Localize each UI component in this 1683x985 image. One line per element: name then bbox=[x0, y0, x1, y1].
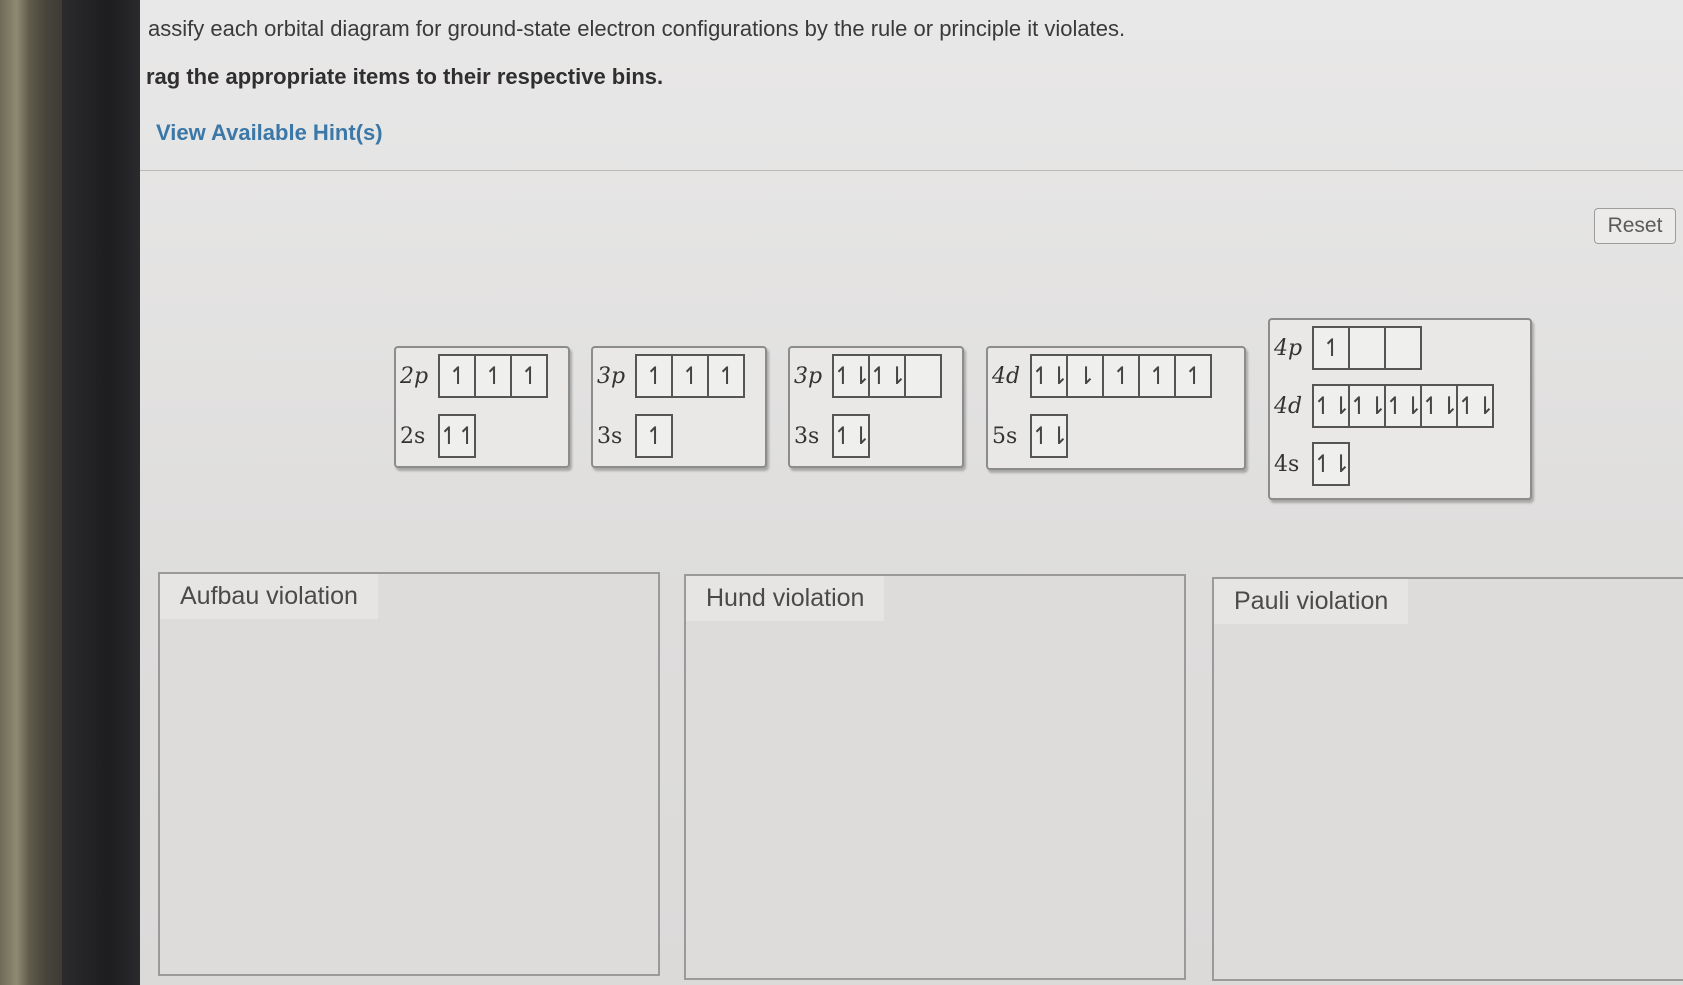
orbital-box: ↿ bbox=[635, 414, 673, 458]
instruction-text: assify each orbital diagram for ground-s… bbox=[148, 16, 1126, 41]
orbital-box bbox=[1384, 326, 1422, 370]
orbital-box: ↿↿ bbox=[438, 414, 477, 458]
orbital-card-1[interactable]: 2p ↿ ↿ ↿ 2s ↿↿ bbox=[394, 346, 570, 468]
orbital-box bbox=[1348, 326, 1386, 370]
view-hints-link[interactable]: View Available Hint(s) bbox=[156, 120, 383, 146]
aufbau-violation-bin[interactable]: Aufbau violation bbox=[158, 572, 660, 976]
orbital-row: 3s ↿⇂ bbox=[790, 414, 871, 458]
orbital-box: ↿ bbox=[510, 354, 548, 398]
orbital-box: ↿⇂ bbox=[1456, 384, 1495, 428]
subshell-label: 2s bbox=[400, 423, 426, 449]
question-panel: assify each orbital diagram for ground-s… bbox=[140, 0, 1683, 985]
orbital-box: ↿⇂ bbox=[1384, 384, 1423, 428]
reset-button[interactable]: Reset bbox=[1594, 208, 1676, 244]
orbital-box: ↿⇂ bbox=[1312, 442, 1351, 486]
orbital-row: 5s ↿⇂ bbox=[988, 414, 1069, 458]
orbital-box: ↿ bbox=[671, 354, 709, 398]
orbital-card-4[interactable]: 4d ↿⇂ ⇂ ↿ ↿ ↿ 5s ↿⇂ bbox=[986, 346, 1246, 470]
orbital-box: ↿⇂ bbox=[832, 414, 871, 458]
orbital-box: ↿ bbox=[1312, 326, 1350, 370]
orbital-card-2[interactable]: 3p ↿ ↿ ↿ 3s ↿ bbox=[591, 346, 767, 468]
orbital-box: ↿ bbox=[1138, 354, 1176, 398]
orbital-box: ↿ bbox=[1102, 354, 1140, 398]
orbital-row: 3p ↿ ↿ ↿ bbox=[593, 354, 745, 398]
orbital-box: ⇂ bbox=[1066, 354, 1104, 398]
subshell-label: 3p bbox=[794, 363, 823, 389]
bin-title: Pauli violation bbox=[1214, 579, 1409, 624]
orbital-box: ↿⇂ bbox=[868, 354, 907, 398]
subshell-label: 4p bbox=[1274, 335, 1303, 361]
orbital-box: ↿ bbox=[707, 354, 745, 398]
orbital-box: ↿ bbox=[1174, 354, 1212, 398]
orbital-box bbox=[904, 354, 942, 398]
bin-title: Hund violation bbox=[686, 576, 885, 621]
pauli-violation-bin[interactable]: Pauli violation bbox=[1212, 577, 1683, 981]
drag-instruction: rag the appropriate items to their respe… bbox=[146, 64, 664, 89]
orbital-card-3[interactable]: 3p ↿⇂ ↿⇂ 3s ↿⇂ bbox=[788, 346, 964, 468]
orbital-box: ↿⇂ bbox=[1030, 354, 1069, 398]
orbital-row: 4p ↿ bbox=[1270, 326, 1422, 370]
subshell-label: 5s bbox=[992, 423, 1018, 449]
orbital-box: ↿⇂ bbox=[1312, 384, 1351, 428]
divider bbox=[140, 170, 1683, 171]
orbital-box: ↿⇂ bbox=[1420, 384, 1459, 428]
orbital-box: ↿ bbox=[438, 354, 476, 398]
subshell-label: 4d bbox=[992, 363, 1021, 389]
orbital-card-5[interactable]: 4p ↿ 4d ↿⇂ ↿⇂ ↿⇂ ↿⇂ ↿⇂ 4s ↿⇂ bbox=[1268, 318, 1532, 500]
orbital-row: 4s ↿⇂ bbox=[1270, 442, 1351, 486]
orbital-box: ↿⇂ bbox=[1030, 414, 1069, 458]
subshell-label: 3s bbox=[597, 423, 623, 449]
subshell-label: 4s bbox=[1274, 451, 1300, 477]
orbital-box: ↿⇂ bbox=[1348, 384, 1387, 428]
subshell-label: 3p bbox=[597, 363, 626, 389]
monitor-bezel-edge bbox=[62, 0, 140, 985]
bin-title: Aufbau violation bbox=[160, 574, 378, 619]
orbital-box: ↿ bbox=[474, 354, 512, 398]
orbital-row: 3p ↿⇂ ↿⇂ bbox=[790, 354, 942, 398]
hund-violation-bin[interactable]: Hund violation bbox=[684, 574, 1186, 980]
orbital-box: ↿⇂ bbox=[832, 354, 871, 398]
orbital-row: 4d ↿⇂ ⇂ ↿ ↿ ↿ bbox=[988, 354, 1212, 398]
orbital-row: 2p ↿ ↿ ↿ bbox=[396, 354, 548, 398]
orbital-row: 3s ↿ bbox=[593, 414, 673, 458]
orbital-row: 2s ↿↿ bbox=[396, 414, 477, 458]
orbital-row: 4d ↿⇂ ↿⇂ ↿⇂ ↿⇂ ↿⇂ bbox=[1270, 384, 1495, 428]
orbital-box: ↿ bbox=[635, 354, 673, 398]
subshell-label: 3s bbox=[794, 423, 820, 449]
subshell-label: 4d bbox=[1274, 393, 1303, 419]
subshell-label: 2p bbox=[400, 363, 429, 389]
monitor-bezel-left bbox=[0, 0, 66, 985]
